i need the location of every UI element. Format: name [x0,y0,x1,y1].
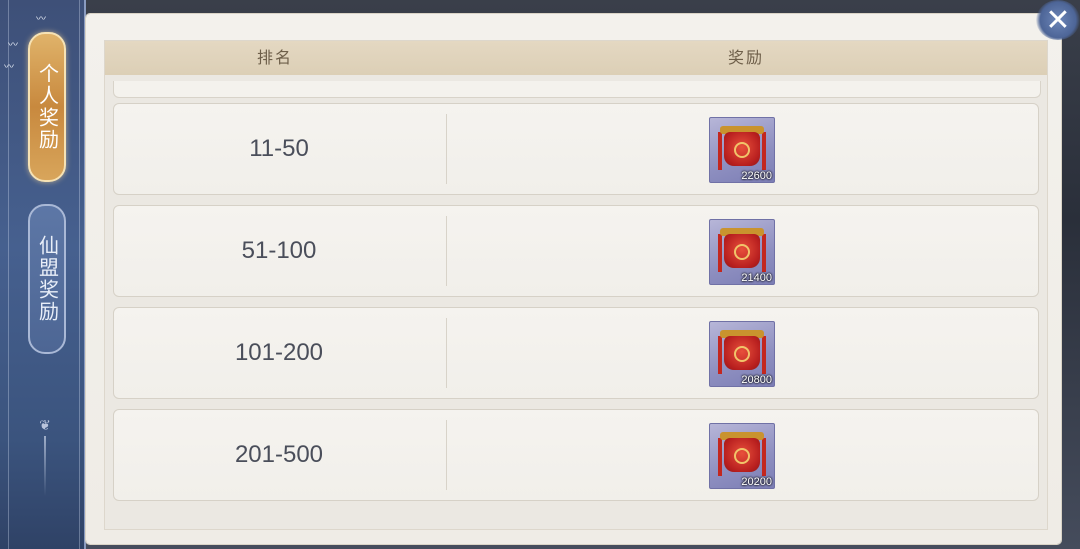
tab-personal-reward[interactable]: 个人奖励 [28,32,66,182]
divider [446,114,447,184]
lantern-item-icon[interactable]: 22600 [709,117,775,183]
table-row-partial [113,81,1041,98]
divider [446,216,447,286]
lotus-icon: ❦ [39,418,51,434]
rank-range: 51-100 [241,237,317,264]
table-header: 排名 奖励 [105,41,1047,75]
table-row: 201-500 20200 [113,409,1039,501]
reward-table: 排名 奖励 11-50 22600 51-100 21400 101-200 2… [104,40,1048,530]
rank-range: 11-50 [249,135,309,162]
lantern-item-icon[interactable]: 20800 [709,321,775,387]
item-count: 20800 [741,374,772,386]
item-count: 20200 [741,476,772,488]
item-count: 22600 [741,170,772,182]
rank-range: 201-500 [234,441,324,468]
sidebar: 〰 〰 〰 个人奖励 仙盟奖励 ❦ [0,0,86,549]
decorative-line [44,436,46,496]
table-row: 51-100 21400 [113,205,1039,297]
item-count: 21400 [741,272,772,284]
divider [446,318,447,388]
rank-column-header: 排名 [256,48,293,67]
close-icon: ✕ [1045,2,1071,38]
bird-icon: 〰 [4,62,14,73]
bird-icon: 〰 [8,40,18,51]
lantern-item-icon[interactable]: 21400 [709,219,775,285]
table-row: 11-50 22600 [113,103,1039,195]
tab-alliance-reward[interactable]: 仙盟奖励 [28,204,66,354]
reward-panel: 排名 奖励 11-50 22600 51-100 21400 101-200 2… [86,14,1061,544]
tab-label: 个人奖励 [35,63,60,151]
rank-range: 101-200 [234,339,324,366]
divider [446,420,447,490]
reward-column-header: 奖励 [727,48,764,67]
close-button[interactable]: ✕ [1036,0,1080,40]
table-row: 101-200 20800 [113,307,1039,399]
lantern-item-icon[interactable]: 20200 [709,423,775,489]
tab-label: 仙盟奖励 [35,235,60,323]
bird-icon: 〰 [36,14,46,25]
